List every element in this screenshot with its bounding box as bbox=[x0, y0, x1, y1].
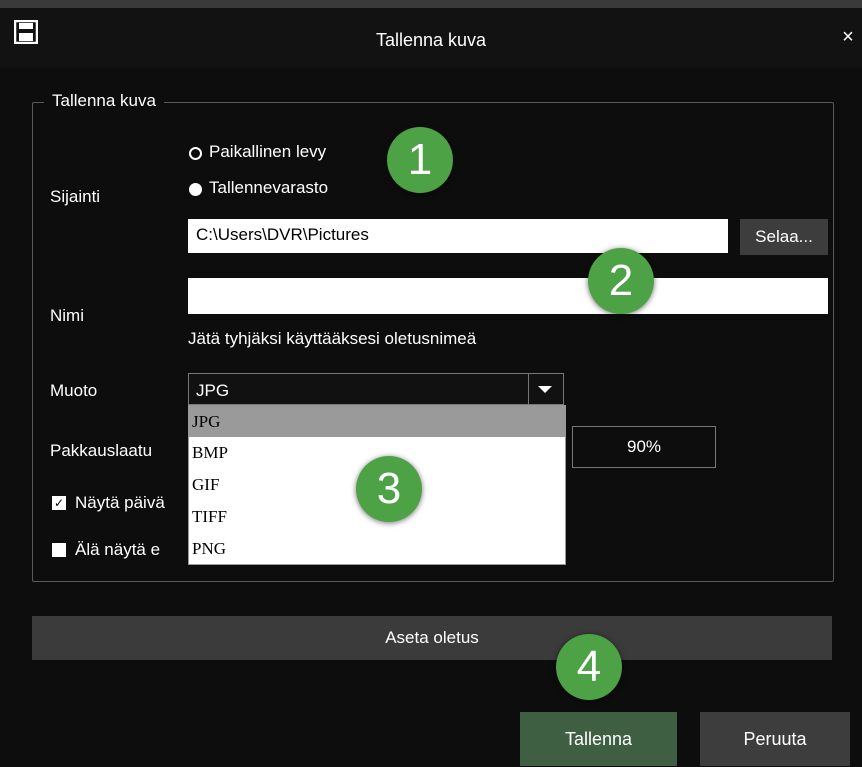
save-button[interactable]: Tallenna bbox=[520, 712, 677, 766]
radio-local-disk-label[interactable]: Paikallinen levy bbox=[209, 142, 326, 162]
name-hint: Jätä tyhjäksi käyttääksesi oletusnimeä bbox=[188, 329, 477, 348]
name-input[interactable] bbox=[188, 278, 828, 314]
radio-storage-label[interactable]: Tallennevarasto bbox=[209, 178, 328, 198]
window-top-edge bbox=[0, 0, 862, 8]
path-input[interactable]: C:\Users\DVR\Pictures bbox=[188, 219, 728, 253]
callout-badge-2: 2 bbox=[588, 248, 654, 314]
format-select[interactable] bbox=[188, 373, 564, 405]
name-label: Nimi bbox=[50, 306, 84, 325]
show-date-checkbox[interactable]: ✓ bbox=[52, 496, 66, 510]
radio-local-disk[interactable] bbox=[189, 147, 202, 160]
hide-checkbox[interactable] bbox=[52, 543, 66, 557]
close-icon[interactable]: × bbox=[838, 27, 858, 47]
format-option-png[interactable]: PNG bbox=[189, 533, 565, 564]
callout-badge-3: 3 bbox=[356, 456, 422, 522]
window-title: Tallenna kuva bbox=[375, 30, 487, 50]
hide-label[interactable]: Älä näytä e bbox=[75, 540, 160, 560]
show-date-label[interactable]: Näytä päivä bbox=[75, 493, 165, 513]
format-label: Muoto bbox=[50, 381, 98, 400]
location-label: Sijainti bbox=[50, 187, 101, 206]
quality-label: Pakkauslaatu bbox=[50, 441, 153, 460]
group-title: Tallenna kuva bbox=[44, 91, 164, 111]
set-default-button[interactable]: Aseta oletus bbox=[32, 616, 832, 660]
quality-value-field[interactable]: 90% bbox=[572, 426, 716, 468]
radio-storage[interactable] bbox=[189, 183, 202, 196]
cancel-button[interactable]: Peruuta bbox=[700, 712, 850, 766]
chevron-down-icon[interactable] bbox=[538, 386, 552, 393]
callout-badge-4: 4 bbox=[556, 634, 622, 700]
format-select-value[interactable]: JPG bbox=[196, 381, 229, 401]
callout-badge-1: 1 bbox=[387, 127, 453, 193]
browse-button[interactable]: Selaa... bbox=[740, 219, 828, 255]
format-option-jpg[interactable]: JPG bbox=[189, 406, 565, 437]
